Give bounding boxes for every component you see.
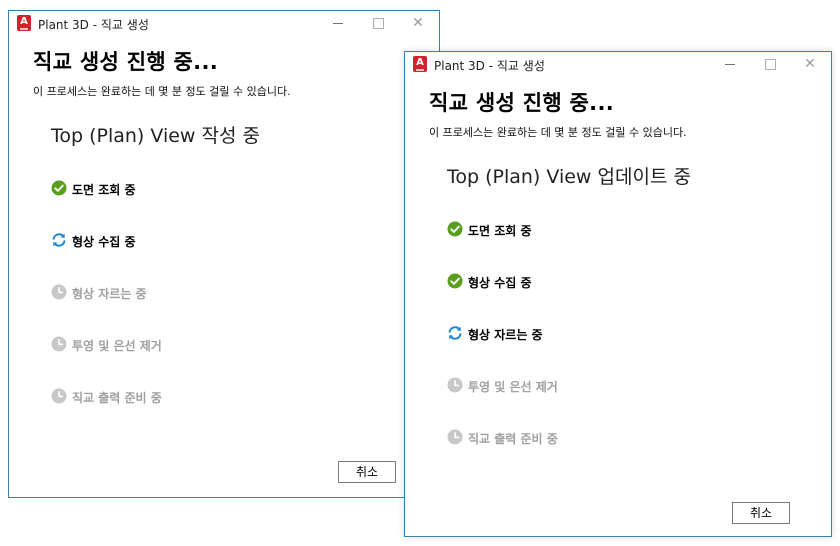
clock-icon [51, 284, 67, 300]
step-label: 투영 및 은선 제거 [468, 380, 558, 394]
step-label: 형상 수집 중 [72, 235, 136, 249]
window-title: Plant 3D - 직교 생성 [38, 18, 149, 32]
maximize-icon [759, 54, 781, 74]
window-title: Plant 3D - 직교 생성 [434, 59, 545, 73]
step-label: 도면 조회 중 [468, 224, 532, 238]
stage-title: Top (Plan) View 업데이트 중 [447, 166, 691, 188]
step-label: 형상 자르는 중 [468, 328, 543, 342]
stage-title: Top (Plan) View 작성 중 [51, 125, 260, 147]
step-label: 직교 출력 준비 중 [72, 391, 162, 405]
cancel-button[interactable]: 취소 [732, 502, 790, 524]
autocad-app-icon: A [17, 15, 31, 31]
step-label: 투영 및 은선 제거 [72, 339, 162, 353]
refresh-icon [447, 325, 463, 341]
minimize-icon[interactable] [719, 54, 741, 74]
step-label: 도면 조회 중 [72, 183, 136, 197]
dialog-subtitle: 이 프로세스는 완료하는 데 몇 분 정도 걸릴 수 있습니다. [429, 126, 687, 139]
clock-icon [447, 429, 463, 445]
clock-icon [51, 388, 67, 404]
step-label: 형상 자르는 중 [72, 287, 147, 301]
title-bar[interactable]: A Plant 3D - 직교 생성 ✕ [9, 11, 439, 37]
clock-icon [51, 336, 67, 352]
close-icon: ✕ [412, 15, 424, 31]
cancel-button[interactable]: 취소 [338, 461, 396, 483]
step-label: 형상 수집 중 [468, 276, 532, 290]
check-circle-icon [51, 180, 67, 196]
autocad-app-icon: A [413, 56, 427, 72]
check-circle-icon [447, 221, 463, 237]
minimize-icon[interactable] [327, 13, 349, 33]
check-circle-icon [447, 273, 463, 289]
dialog-heading: 직교 생성 진행 중... [429, 91, 615, 115]
refresh-icon [51, 232, 67, 248]
title-bar[interactable]: A Plant 3D - 직교 생성 ✕ [405, 52, 831, 78]
dialog-heading: 직교 생성 진행 중... [33, 50, 219, 74]
progress-dialog-2: A Plant 3D - 직교 생성 ✕ 직교 생성 진행 중... 이 프로세… [404, 51, 832, 537]
progress-dialog-1: A Plant 3D - 직교 생성 ✕ 직교 생성 진행 중... 이 프로세… [8, 10, 440, 498]
clock-icon [447, 377, 463, 393]
step-label: 직교 출력 준비 중 [468, 432, 558, 446]
close-icon: ✕ [804, 56, 816, 72]
dialog-subtitle: 이 프로세스는 완료하는 데 몇 분 정도 걸릴 수 있습니다. [33, 85, 291, 98]
maximize-icon [367, 13, 389, 33]
